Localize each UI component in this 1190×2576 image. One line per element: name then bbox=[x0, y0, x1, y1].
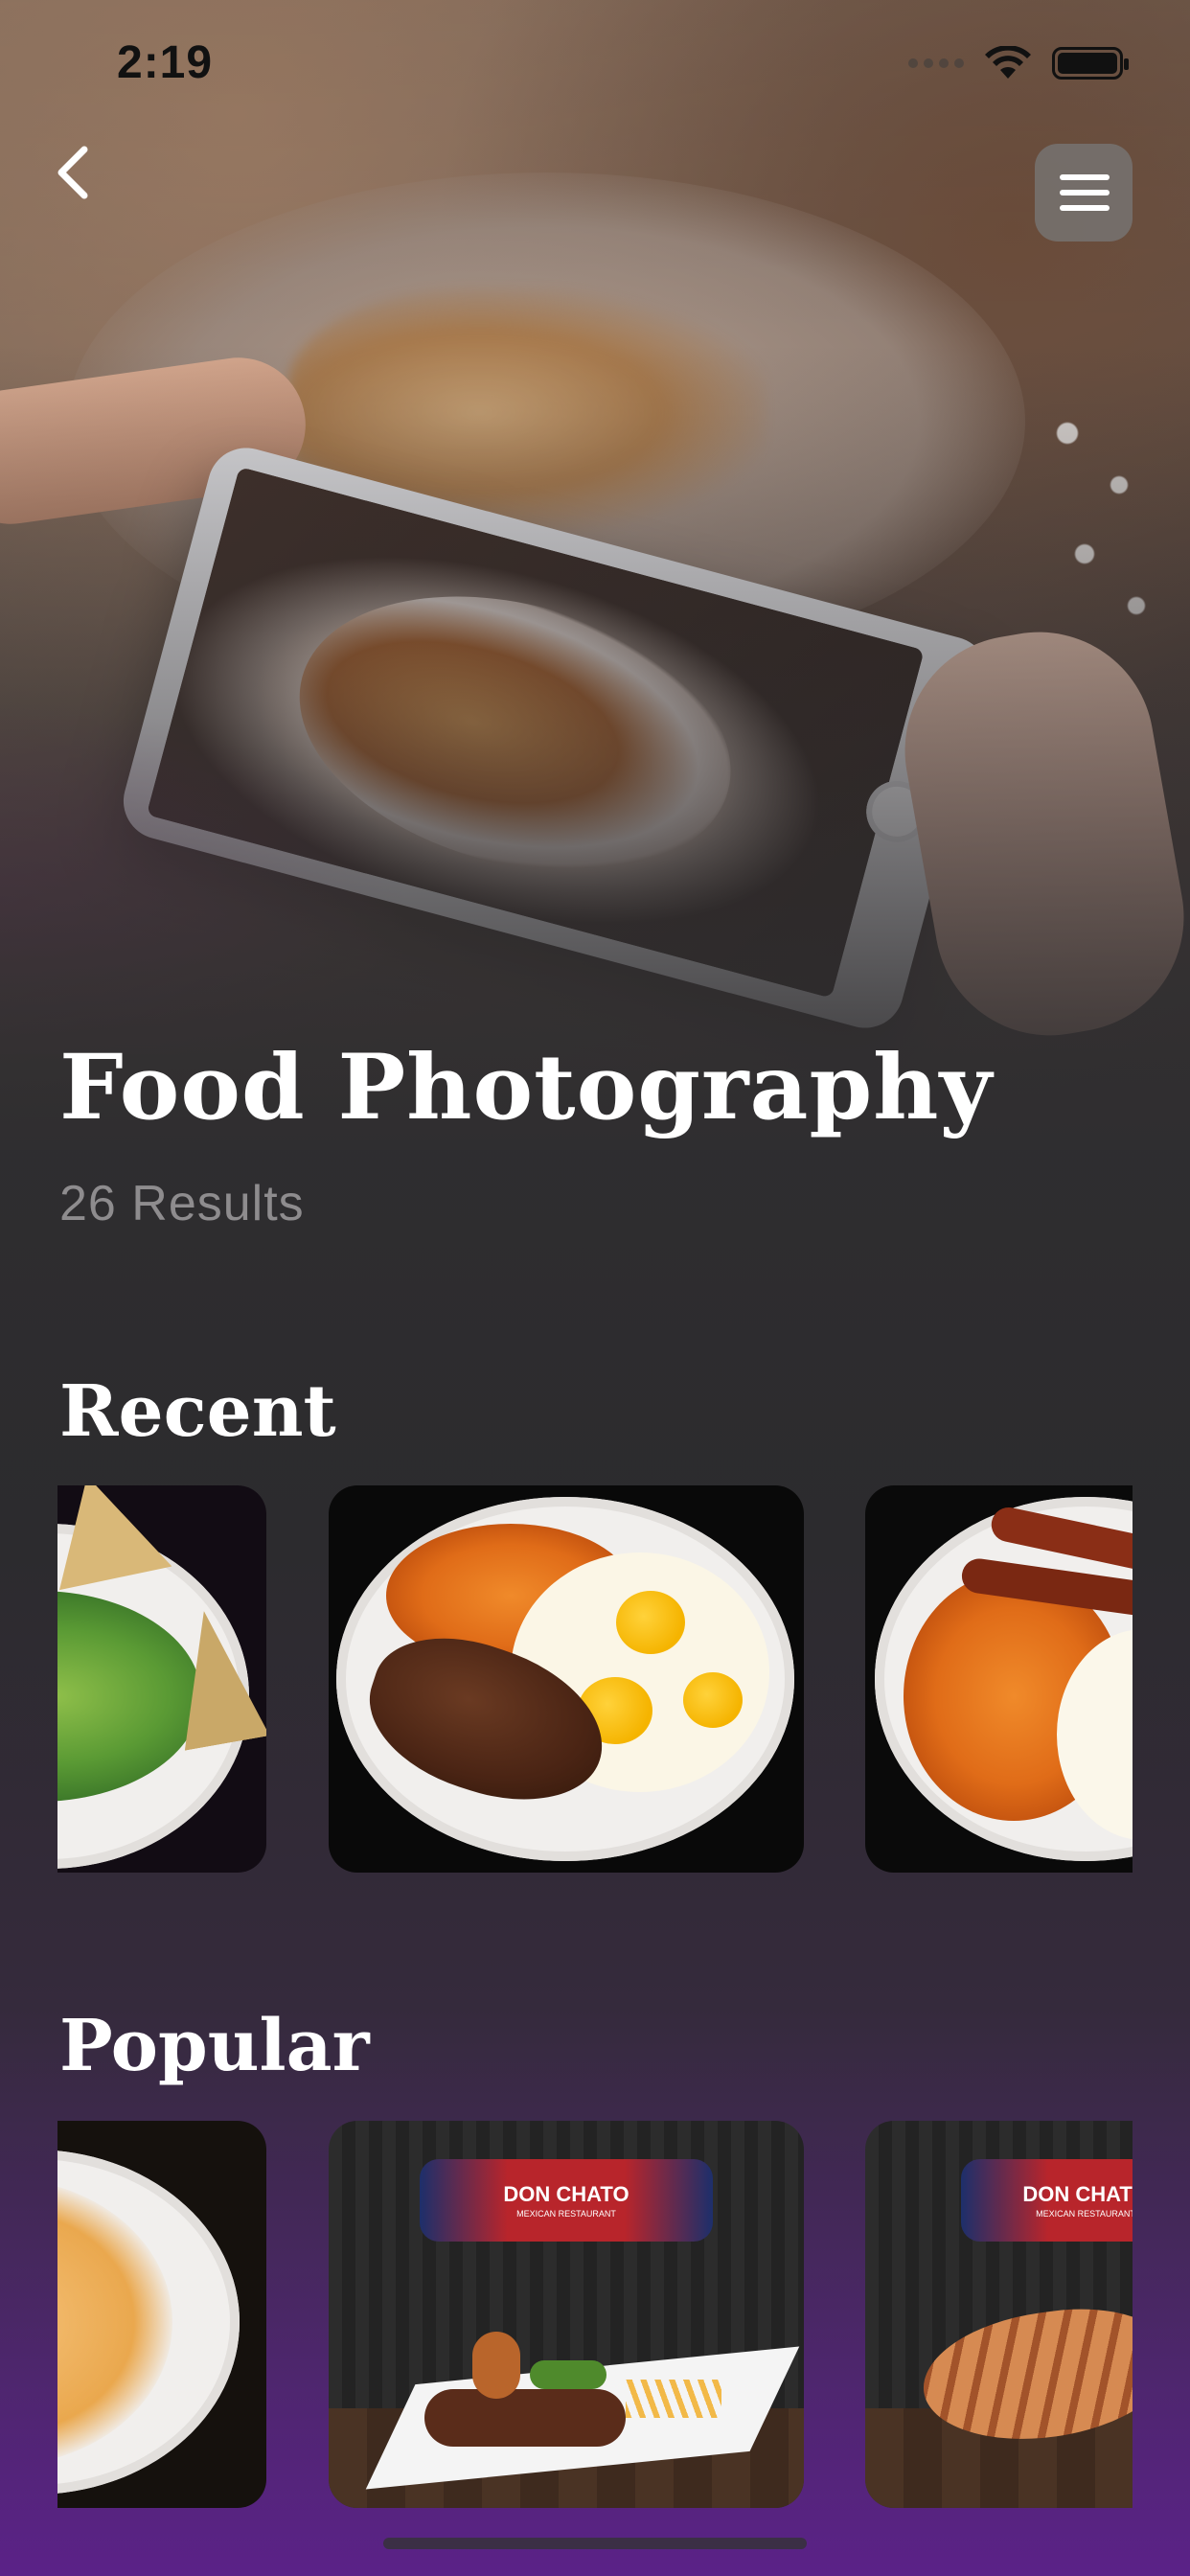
logo-text: DON CHATO bbox=[503, 2182, 629, 2206]
recent-card[interactable] bbox=[329, 1485, 804, 1873]
page-title: Food Photography bbox=[59, 1035, 994, 1140]
menu-icon-line bbox=[1060, 205, 1110, 211]
fries bbox=[626, 2380, 721, 2418]
status-icons bbox=[908, 46, 1129, 80]
results-count: 26 Results bbox=[59, 1176, 305, 1231]
menu-icon bbox=[1060, 174, 1110, 180]
steak bbox=[424, 2389, 626, 2447]
yolk bbox=[683, 1672, 743, 1728]
menu-icon-line bbox=[1060, 190, 1110, 196]
hero-image bbox=[0, 0, 1190, 1150]
logo-text: DON CHATO bbox=[1022, 2182, 1133, 2206]
home-indicator bbox=[383, 2538, 807, 2549]
section-title-recent: Recent bbox=[59, 1370, 336, 1453]
wifi-icon bbox=[985, 46, 1031, 79]
recent-card[interactable] bbox=[865, 1485, 1133, 1873]
shrimp bbox=[472, 2332, 520, 2399]
screen: 2:19 Food Photography 26 Results Recent bbox=[0, 0, 1190, 2576]
logo-subtext: MEXICAN RESTAURANT bbox=[516, 2209, 616, 2219]
recent-carousel[interactable] bbox=[57, 1485, 1133, 1873]
status-time: 2:19 bbox=[117, 37, 214, 88]
popular-card[interactable]: DON CHATO MEXICAN RESTAURANT bbox=[329, 2121, 804, 2508]
popular-card[interactable]: DON CHATO MEXICAN RESTAURANT bbox=[865, 2121, 1133, 2508]
recent-card[interactable] bbox=[57, 1485, 266, 1873]
restaurant-logo: DON CHATO MEXICAN RESTAURANT bbox=[961, 2159, 1133, 2242]
hero-fade bbox=[0, 0, 1190, 1150]
section-title-popular: Popular bbox=[59, 2005, 370, 2087]
logo-subtext: MEXICAN RESTAURANT bbox=[1036, 2209, 1133, 2219]
battery-icon bbox=[1052, 47, 1129, 80]
popular-carousel[interactable]: DON CHATO MEXICAN RESTAURANT DON CHATO M… bbox=[57, 2121, 1133, 2508]
yolk bbox=[616, 1591, 685, 1654]
broccoli bbox=[530, 2360, 606, 2389]
signal-icon bbox=[908, 58, 964, 68]
popular-card[interactable] bbox=[57, 2121, 266, 2508]
restaurant-logo: DON CHATO MEXICAN RESTAURANT bbox=[420, 2159, 713, 2242]
back-chevron-icon[interactable] bbox=[46, 142, 103, 203]
menu-button[interactable] bbox=[1035, 144, 1133, 242]
